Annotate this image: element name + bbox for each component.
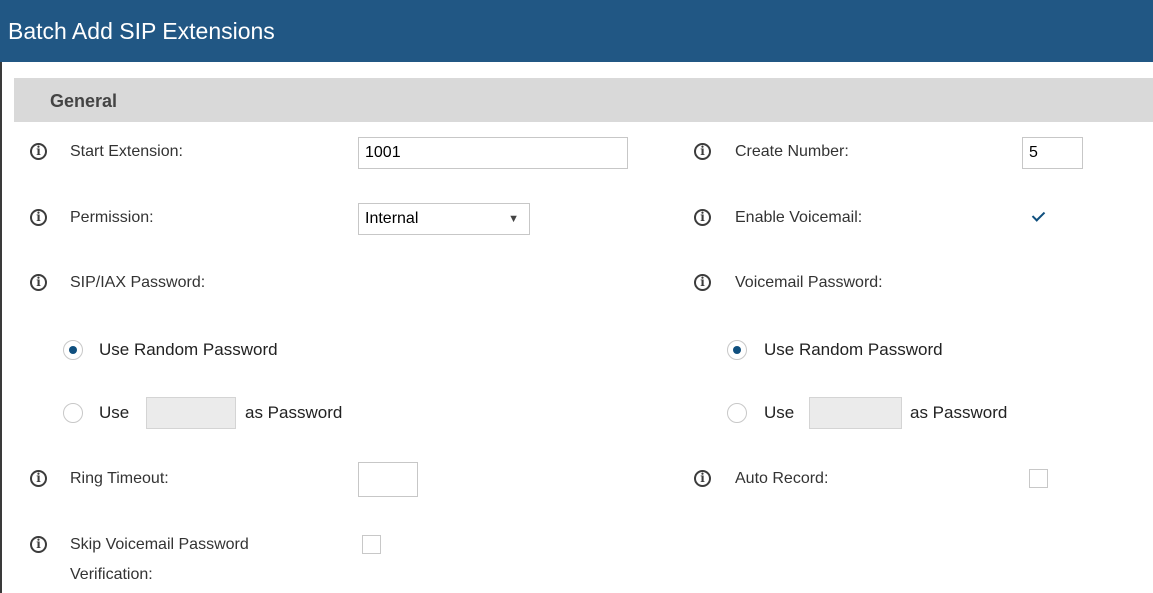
radio-selected-dot xyxy=(733,346,741,354)
create-number-input[interactable]: 5 xyxy=(1022,137,1083,169)
start-extension-label: Start Extension: xyxy=(70,143,183,160)
sip-random-password-radio[interactable] xyxy=(63,340,83,360)
permission-value: Internal xyxy=(365,210,419,227)
auto-record-label: Auto Record: xyxy=(735,470,829,487)
info-icon[interactable]: i xyxy=(30,274,47,291)
info-icon[interactable]: i xyxy=(694,470,711,487)
radio-selected-dot xyxy=(69,346,77,354)
enable-voicemail-checkbox[interactable] xyxy=(1029,207,1048,226)
info-icon[interactable]: i xyxy=(30,143,47,160)
chevron-down-icon: ▼ xyxy=(508,213,519,225)
info-icon[interactable]: i xyxy=(30,536,47,553)
skip-vm-verification-label-line2: Verification: xyxy=(70,566,153,583)
vm-random-password-radio[interactable] xyxy=(727,340,747,360)
start-extension-input[interactable]: 1001 xyxy=(358,137,628,169)
voicemail-password-label: Voicemail Password: xyxy=(735,274,883,291)
section-header-general: General xyxy=(14,78,1153,122)
permission-label: Permission: xyxy=(70,209,154,226)
info-icon[interactable]: i xyxy=(30,470,47,487)
vm-random-password-label: Use Random Password xyxy=(764,340,943,359)
sip-custom-password-input[interactable] xyxy=(146,397,236,429)
dialog-title: Batch Add SIP Extensions xyxy=(0,0,1153,62)
info-icon[interactable]: i xyxy=(30,209,47,226)
permission-select[interactable]: Internal ▼ xyxy=(358,203,530,235)
sip-password-label: SIP/IAX Password: xyxy=(70,274,206,291)
sip-random-password-label: Use Random Password xyxy=(99,340,278,359)
ring-timeout-input[interactable] xyxy=(358,462,418,497)
auto-record-checkbox[interactable] xyxy=(1029,469,1048,488)
sip-custom-as-password-label: as Password xyxy=(245,403,343,422)
enable-voicemail-label: Enable Voicemail: xyxy=(735,209,863,226)
skip-vm-verification-checkbox[interactable] xyxy=(362,535,381,554)
vm-custom-as-password-label: as Password xyxy=(910,403,1008,422)
info-icon[interactable]: i xyxy=(694,143,711,160)
ring-timeout-label: Ring Timeout: xyxy=(70,470,169,487)
check-icon xyxy=(1031,208,1046,222)
skip-vm-verification-label-line1: Skip Voicemail Password xyxy=(70,536,249,553)
info-icon[interactable]: i xyxy=(694,209,711,226)
info-icon[interactable]: i xyxy=(694,274,711,291)
vm-custom-password-radio[interactable] xyxy=(727,403,747,423)
vm-custom-password-input[interactable] xyxy=(809,397,902,429)
sip-custom-password-radio[interactable] xyxy=(63,403,83,423)
vm-custom-use-label: Use xyxy=(764,403,795,422)
sip-custom-use-label: Use xyxy=(99,403,130,422)
create-number-label: Create Number: xyxy=(735,143,849,160)
